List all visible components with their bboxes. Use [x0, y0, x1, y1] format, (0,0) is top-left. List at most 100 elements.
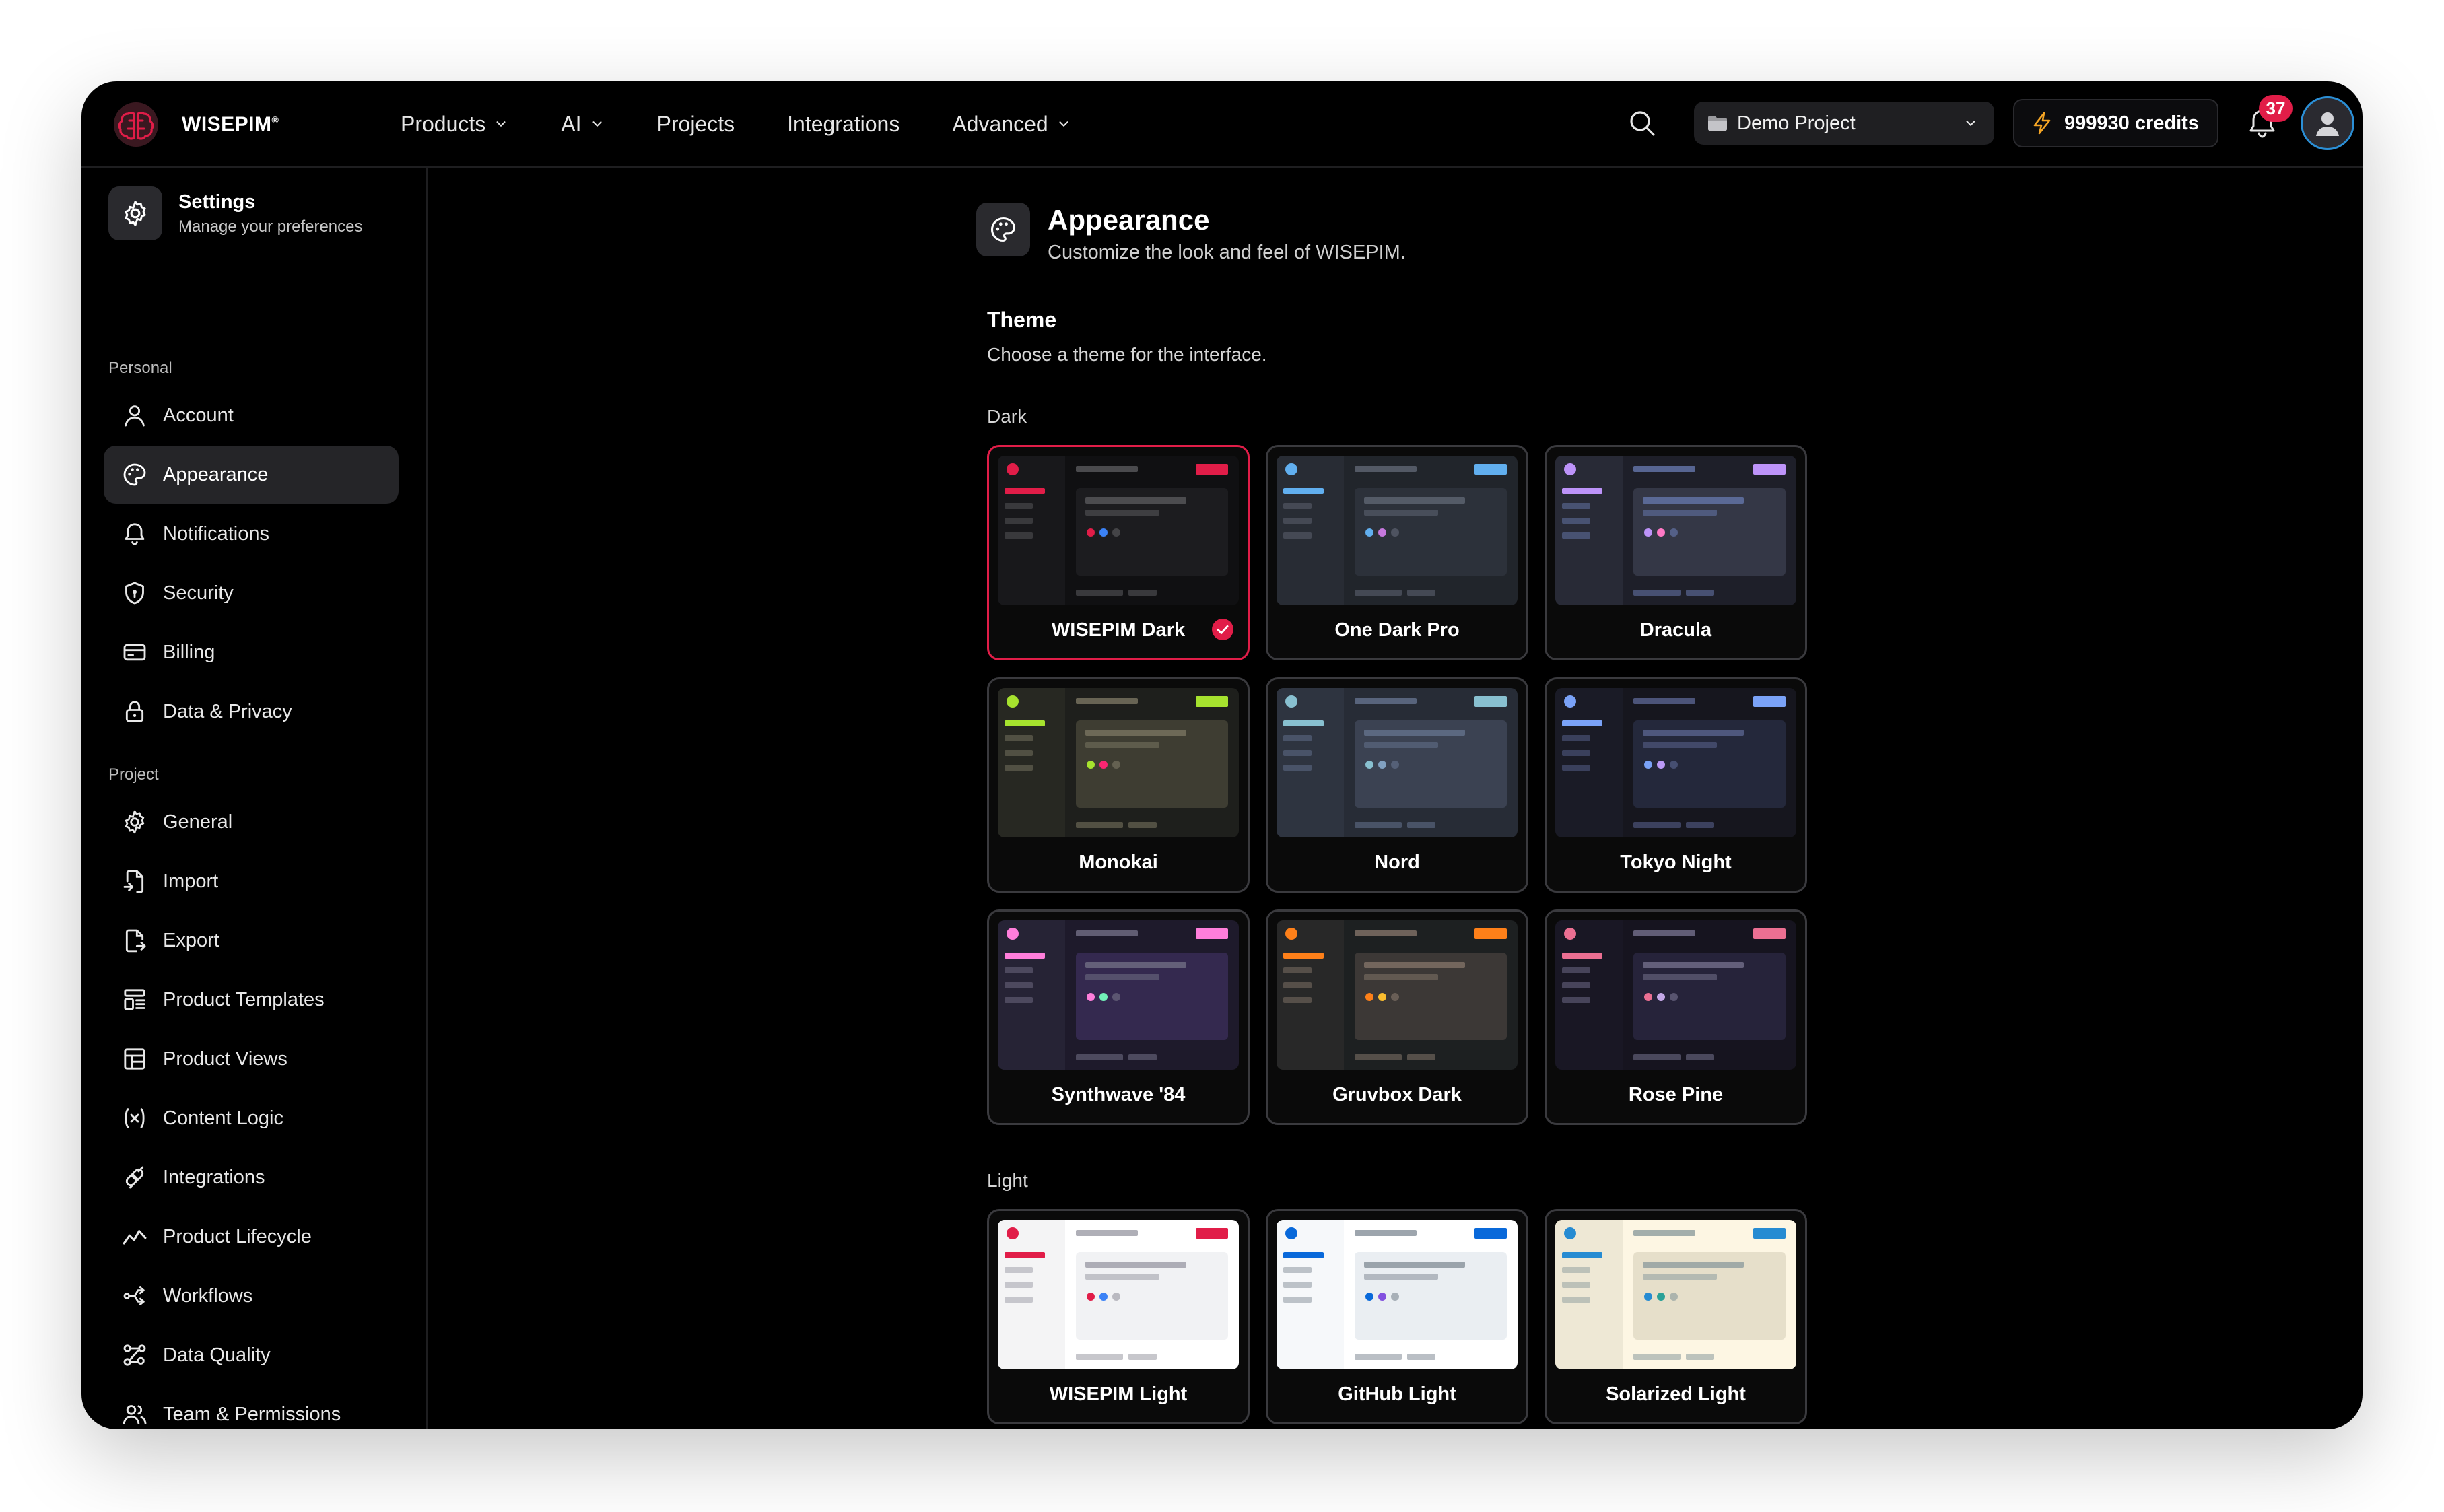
nav-integrations[interactable]: Integrations — [787, 112, 899, 137]
sidebar-item-label: Workflows — [163, 1284, 253, 1307]
theme-card-rose-pine[interactable]: Rose Pine — [1545, 909, 1807, 1125]
light-themes-label: Light — [987, 1170, 1028, 1191]
palette-icon — [990, 217, 1016, 242]
sidebar-item-integrations[interactable]: Integrations — [104, 1148, 399, 1206]
sidebar-item-export[interactable]: Export — [104, 912, 399, 969]
brand[interactable]: WISEPIM® — [112, 100, 279, 149]
theme-preview-image — [1277, 688, 1518, 837]
section-label-personal: Personal — [108, 359, 172, 377]
theme-card-wisepim-dark[interactable]: WISEPIM Dark — [987, 445, 1250, 660]
sidebar-item-label: Import — [163, 870, 219, 892]
theme-preview — [1555, 456, 1796, 605]
sidebar-item-content-logic[interactable]: Content Logic — [104, 1089, 399, 1147]
sidebar-item-appearance[interactable]: Appearance — [104, 446, 399, 504]
theme-preview — [1555, 688, 1796, 837]
settings-title: Settings — [178, 191, 256, 213]
sidebar-item-product-lifecycle[interactable]: Product Lifecycle — [104, 1208, 399, 1266]
variable-icon — [125, 1108, 145, 1128]
sidebar-item-label: General — [163, 811, 233, 833]
lock-icon — [125, 701, 144, 722]
sidebar-item-label: Data & Privacy — [163, 700, 292, 722]
sidebar-item-billing[interactable]: Billing — [104, 623, 399, 681]
theme-preview — [1277, 456, 1518, 605]
sidebar-item-workflows[interactable]: Workflows — [104, 1267, 399, 1325]
theme-preview — [998, 920, 1239, 1070]
notification-count-badge: 37 — [2259, 95, 2293, 122]
sidebar-item-label: Content Logic — [163, 1107, 283, 1129]
top-navigation-bar: WISEPIM® Products AI Projects Integratio… — [81, 81, 2363, 168]
page-header: Appearance Customize the look and feel o… — [976, 203, 1406, 264]
sidebar-item-label: Appearance — [163, 463, 269, 485]
theme-card-dracula[interactable]: Dracula — [1545, 445, 1807, 660]
theme-preview — [1555, 1220, 1796, 1369]
gear-icon — [125, 810, 145, 834]
sidebar-item-label: Notifications — [163, 522, 269, 545]
theme-preview-image — [1555, 920, 1796, 1070]
settings-icon-box — [108, 186, 162, 240]
theme-name: Tokyo Night — [1620, 852, 1732, 873]
sidebar-item-security[interactable]: Security — [104, 564, 399, 622]
theme-name: One Dark Pro — [1334, 619, 1460, 641]
sidebar-item-label: Product Lifecycle — [163, 1225, 312, 1247]
theme-card-nord[interactable]: Nord — [1266, 677, 1528, 893]
theme-card-wisepim-light[interactable]: WISEPIM Light — [987, 1209, 1250, 1424]
sidebar-item-import[interactable]: Import — [104, 852, 399, 910]
sidebar-item-product-views[interactable]: Product Views — [104, 1030, 399, 1088]
table-icon — [124, 1048, 145, 1070]
theme-card-tokyo-night[interactable]: Tokyo Night — [1545, 677, 1807, 893]
theme-card-gruvbox-dark[interactable]: Gruvbox Dark — [1266, 909, 1528, 1125]
palette-icon — [123, 463, 146, 486]
theme-card-synthwave-84[interactable]: Synthwave '84 — [987, 909, 1250, 1125]
nav-projects[interactable]: Projects — [657, 112, 735, 137]
sidebar-item-team-permissions[interactable]: Team & Permissions — [104, 1385, 399, 1429]
theme-card-monokai[interactable]: Monokai — [987, 677, 1250, 893]
sidebar-item-data-privacy[interactable]: Data & Privacy — [104, 683, 399, 741]
bell-icon — [125, 523, 145, 545]
sidebar-item-general[interactable]: General — [104, 793, 399, 851]
sidebar-item-data-quality[interactable]: Data Quality — [104, 1326, 399, 1384]
theme-name: Rose Pine — [1628, 1084, 1724, 1105]
theme-name: WISEPIM Dark — [1051, 619, 1186, 641]
sidebar-item-notifications[interactable]: Notifications — [104, 505, 399, 563]
theme-name: Solarized Light — [1606, 1383, 1746, 1405]
nav-ai[interactable]: AI — [561, 112, 604, 137]
sidebar-item-account[interactable]: Account — [104, 386, 399, 444]
theme-card-github-light[interactable]: GitHub Light — [1266, 1209, 1528, 1424]
template-icon — [124, 989, 145, 1010]
search-icon[interactable] — [1626, 107, 1660, 141]
section-label-project: Project — [108, 765, 159, 784]
sidebar-item-product-templates[interactable]: Product Templates — [104, 971, 399, 1029]
user-icon — [125, 405, 145, 427]
theme-preview-image — [998, 1220, 1239, 1369]
theme-preview-image — [1277, 920, 1518, 1070]
sidebar-item-label: Security — [163, 582, 234, 604]
theme-preview-image — [1555, 1220, 1796, 1369]
theme-name: Synthwave '84 — [1051, 1084, 1186, 1105]
sidebar-item-label: Product Views — [163, 1047, 287, 1070]
theme-preview-image — [998, 688, 1239, 837]
theme-card-one-dark-pro[interactable]: One Dark Pro — [1266, 445, 1528, 660]
sidebar-item-label: Integrations — [163, 1166, 265, 1188]
project-name: Demo Project — [1737, 112, 1856, 134]
theme-preview — [998, 688, 1239, 837]
theme-name: Nord — [1374, 852, 1420, 873]
page-icon-box — [976, 203, 1030, 256]
chevron-down-icon — [592, 121, 602, 127]
credits-button[interactable]: 999930 credits — [2013, 99, 2218, 147]
main-nav: Products AI Projects Integrations Advanc… — [401, 81, 1124, 166]
chevron-down-icon — [496, 121, 506, 127]
nav-advanced[interactable]: Advanced — [952, 112, 1071, 137]
theme-preview-image — [1277, 456, 1518, 605]
theme-preview — [1277, 688, 1518, 837]
chevron-down-icon — [1966, 121, 1975, 126]
settings-subtitle: Manage your preferences — [178, 217, 363, 236]
theme-preview-image — [1555, 688, 1796, 837]
project-selector[interactable]: Demo Project — [1694, 102, 1994, 145]
theme-card-solarized-light[interactable]: Solarized Light — [1545, 1209, 1807, 1424]
sidebar-item-label: Product Templates — [163, 988, 325, 1010]
sidebar-item-label: Data Quality — [163, 1344, 271, 1366]
user-avatar[interactable] — [2301, 96, 2354, 150]
theme-preview-image — [998, 920, 1239, 1070]
nav-products[interactable]: Products — [401, 112, 508, 137]
workflow-icon — [123, 1286, 145, 1305]
